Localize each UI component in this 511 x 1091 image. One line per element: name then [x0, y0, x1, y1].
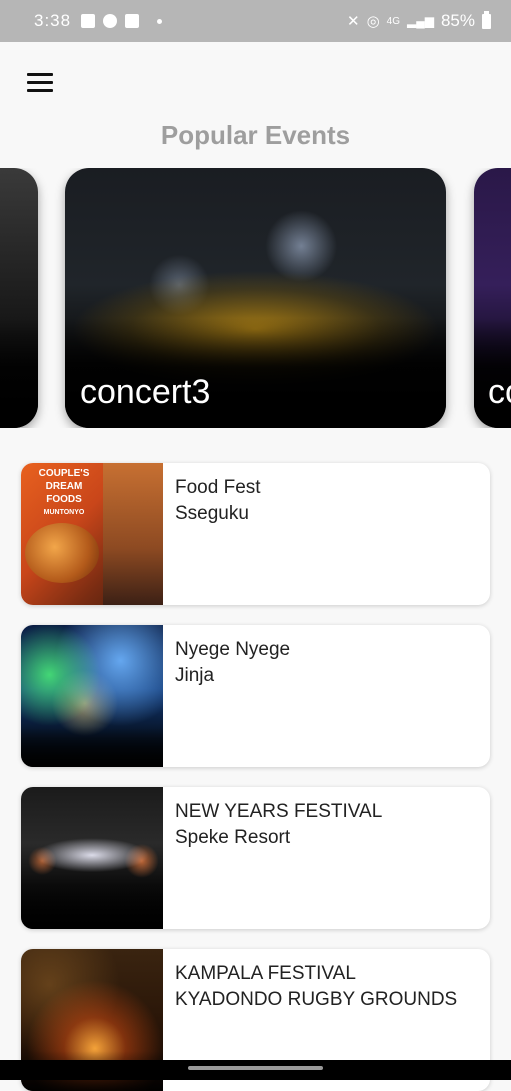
poster-line: DREAM	[45, 481, 83, 492]
event-list-item[interactable]: NEW YEARS FESTIVAL Speke Resort	[21, 787, 490, 929]
battery-icon	[482, 10, 491, 29]
poster-line: MUNTONYO	[43, 509, 85, 516]
cloud-notification-icon	[103, 14, 118, 28]
carousel-card-title: concert3	[80, 373, 211, 411]
navigation-bar	[0, 1060, 511, 1080]
poster-panel	[103, 463, 163, 605]
status-bar: 3:38 ✕ ◎ 4G ▂▄▆ 85%	[0, 0, 511, 42]
event-list-item[interactable]: Nyege Nyege Jinja	[21, 625, 490, 767]
event-location: KYADONDO RUGBY GROUNDS	[175, 989, 458, 1010]
menu-line	[27, 72, 53, 76]
poster-line: COUPLE'S	[38, 468, 90, 479]
status-time: 3:38	[34, 11, 72, 30]
hotspot-icon: ◎	[366, 13, 380, 30]
mute-icon: ✕	[346, 13, 360, 30]
screenshot-notification-icon	[125, 14, 140, 28]
carousel-card-previous[interactable]	[0, 168, 38, 428]
hamburger-menu-icon[interactable]	[22, 64, 58, 100]
event-location: Speke Resort	[175, 827, 291, 848]
event-thumbnail	[21, 625, 163, 767]
event-name: KAMPALA FESTIVAL	[175, 963, 356, 984]
event-info: Food Fest Sseguku	[163, 463, 273, 605]
poster-text: COUPLE'S DREAM FOODS MUNTONYO	[29, 467, 99, 517]
crowd-overlay	[21, 727, 163, 767]
signal-icon: ▂▄▆	[407, 14, 434, 28]
carousel-card-next[interactable]: co	[474, 168, 511, 428]
event-thumbnail: COUPLE'S DREAM FOODS MUNTONYO	[21, 463, 163, 605]
crowd-overlay	[0, 318, 38, 428]
event-location: Jinja	[175, 665, 215, 686]
crowd-overlay	[21, 889, 163, 929]
carousel-card-current[interactable]: concert3	[65, 168, 446, 428]
network-type-icon: 4G	[386, 15, 400, 27]
popular-events-title: Popular Events	[160, 120, 351, 150]
popular-events-carousel[interactable]: concert3 co	[0, 168, 511, 428]
battery-percent: 85%	[440, 11, 475, 30]
event-list-item[interactable]: COUPLE'S DREAM FOODS MUNTONYO Food Fest …	[21, 463, 490, 605]
home-gesture-handle[interactable]	[188, 1066, 323, 1070]
event-name: Food Fest	[175, 477, 261, 498]
event-location: Sseguku	[175, 503, 249, 524]
event-name: Nyege Nyege	[175, 639, 291, 660]
menu-line	[27, 88, 53, 92]
event-info: Nyege Nyege Jinja	[163, 625, 302, 767]
image-notification-icon	[81, 14, 96, 28]
system-icons: ✕ ◎ 4G ▂▄▆ 85%	[346, 10, 491, 31]
more-notifications-dot-icon	[157, 18, 163, 24]
event-info: NEW YEARS FESTIVAL Speke Resort	[163, 787, 394, 929]
food-image	[25, 523, 99, 583]
poster-line: FOODS	[46, 494, 82, 505]
event-name: NEW YEARS FESTIVAL	[175, 801, 383, 822]
event-thumbnail	[21, 787, 163, 929]
notification-icons	[81, 14, 163, 28]
menu-line	[27, 80, 53, 84]
carousel-card-title: co	[488, 373, 511, 411]
